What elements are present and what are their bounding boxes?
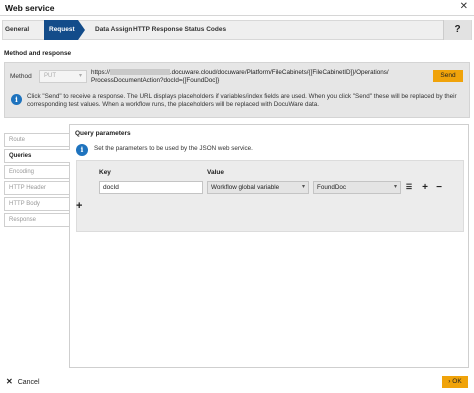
query-parameters-title: Query parameters: [75, 130, 131, 137]
list-icon[interactable]: ☰: [403, 181, 415, 194]
cancel-label: Cancel: [17, 379, 40, 386]
chevron-down-icon: ▾: [393, 184, 397, 190]
plus-icon[interactable]: +: [419, 181, 431, 194]
minus-icon[interactable]: −: [433, 181, 445, 194]
method-label: Method: [10, 73, 32, 80]
side-tab-http-header[interactable]: HTTP Header: [4, 181, 70, 195]
side-tab-encoding[interactable]: Encoding: [4, 165, 70, 179]
ok-button[interactable]: › OK: [442, 376, 468, 388]
chevron-down-icon: ▾: [78, 73, 82, 79]
method-value: PUT: [44, 73, 56, 79]
info-icon: i: [11, 94, 22, 105]
method-select[interactable]: PUT ▾: [39, 70, 87, 83]
method-panel: Method PUT ▾ https:// .docuware.cloud/doc…: [4, 62, 470, 118]
step-general[interactable]: General: [5, 21, 29, 39]
step-data-assign[interactable]: Data Assign: [95, 21, 132, 39]
column-key: Key: [99, 169, 111, 176]
redacted-host: [109, 69, 170, 76]
wizard-steps: General Request Data Assign HTTP Respons…: [2, 20, 472, 40]
column-value: Value: [207, 169, 224, 176]
side-tab-queries[interactable]: Queries: [4, 149, 70, 163]
chevron-right-icon: ›: [448, 378, 451, 385]
value-type-select[interactable]: Workflow global variable ▾: [207, 181, 309, 194]
method-section-title: Method and response: [4, 50, 72, 57]
window-title: Web service: [5, 3, 55, 13]
parameters-table: Key Value docId Workflow global variable…: [76, 160, 464, 232]
query-parameters-info: Set the parameters to be used by the JSO…: [94, 145, 253, 152]
step-http-response-status-codes[interactable]: HTTP Response Status Codes: [133, 21, 226, 39]
window-title-bar: Web service ✕: [0, 0, 474, 16]
query-parameters-panel: Query parameters i Set the parameters to…: [69, 124, 469, 368]
param-key-input[interactable]: docId: [99, 181, 203, 194]
side-tabs: Route Queries Encoding HTTP Header HTTP …: [4, 133, 70, 229]
value-field-text: FoundDoc: [317, 184, 347, 191]
url-prefix: https://: [91, 69, 110, 76]
url-line2: ProcessDocumentAction?docId={[FoundDoc]}: [91, 77, 220, 84]
value-field-select[interactable]: FoundDoc ▾: [313, 181, 401, 194]
step-request[interactable]: Request: [49, 21, 75, 39]
side-tab-http-body[interactable]: HTTP Body: [4, 197, 70, 211]
dialog-footer: ✕ Cancel › OK: [0, 374, 474, 393]
chevron-down-icon: ▾: [301, 184, 305, 190]
side-tab-route[interactable]: Route: [4, 133, 70, 147]
close-icon[interactable]: ✕: [460, 1, 468, 12]
info-icon: i: [76, 144, 88, 156]
request-url: https:// .docuware.cloud/docuware/Platfor…: [91, 69, 391, 85]
add-parameter-button[interactable]: +: [76, 200, 82, 212]
send-button[interactable]: Send: [433, 70, 463, 82]
ok-label: OK: [452, 378, 462, 385]
value-type-text: Workflow global variable: [211, 184, 280, 191]
cancel-x-icon: ✕: [6, 377, 13, 386]
url-rest: .docuware.cloud/docuware/Platform/FileCa…: [169, 69, 389, 76]
cancel-button[interactable]: ✕ Cancel: [6, 377, 40, 386]
method-info-text: Click "Send" to receive a response. The …: [27, 93, 457, 108]
help-icon[interactable]: ?: [443, 20, 471, 40]
side-tab-response[interactable]: Response: [4, 213, 70, 227]
